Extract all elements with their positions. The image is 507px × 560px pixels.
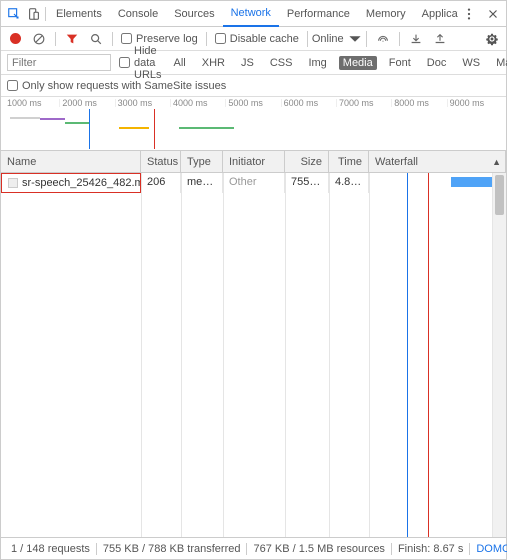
- request-name: sr-speech_25426_482.mp4: [22, 177, 141, 189]
- network-conditions-icon[interactable]: [375, 31, 391, 47]
- col-time[interactable]: Time: [329, 151, 369, 172]
- close-devtools-icon[interactable]: [484, 5, 502, 23]
- tab-application[interactable]: Application: [414, 2, 458, 26]
- chevron-down-icon: [348, 32, 362, 46]
- type-xhr[interactable]: XHR: [198, 56, 229, 70]
- requests-table-header: Name Status Type Initiator Size Time Wat…: [1, 151, 506, 173]
- throttling-label: Online: [312, 33, 344, 45]
- filter-bar: Hide data URLs All XHR JS CSS Img Media …: [1, 51, 506, 75]
- timeline-ticks: 1000 ms 2000 ms 3000 ms 4000 ms 5000 ms …: [1, 99, 506, 107]
- cell-size: 755 KB: [285, 173, 329, 193]
- clear-button[interactable]: [31, 31, 47, 47]
- cell-name[interactable]: sr-speech_25426_482.mp4: [1, 173, 141, 193]
- record-button[interactable]: [7, 31, 23, 47]
- status-resources: 767 KB / 1.5 MB resources: [247, 543, 391, 555]
- status-domcontentloaded: DOMContentLoaded: 2.05 s: [470, 543, 507, 555]
- disable-cache-checkbox[interactable]: Disable cache: [215, 33, 299, 45]
- col-type[interactable]: Type: [181, 151, 223, 172]
- type-doc[interactable]: Doc: [423, 56, 451, 70]
- col-size[interactable]: Size: [285, 151, 329, 172]
- import-har-icon[interactable]: [408, 31, 424, 47]
- cell-status: 206: [141, 173, 181, 193]
- domcontentloaded-line: [89, 109, 90, 149]
- status-bar: 1 / 148 requests 755 KB / 788 KB transfe…: [1, 537, 506, 559]
- search-icon[interactable]: [88, 31, 104, 47]
- export-har-icon[interactable]: [432, 31, 448, 47]
- panel-tabs: Elements Console Sources Network Perform…: [48, 1, 458, 27]
- tab-console[interactable]: Console: [110, 2, 166, 26]
- samesite-checkbox[interactable]: Only show requests with SameSite issues: [7, 80, 226, 92]
- type-all[interactable]: All: [170, 56, 190, 70]
- preserve-log-label: Preserve log: [136, 33, 198, 45]
- type-ws[interactable]: WS: [458, 56, 484, 70]
- tab-performance[interactable]: Performance: [279, 2, 358, 26]
- file-icon: [8, 178, 18, 188]
- settings-gear-icon[interactable]: [484, 31, 500, 47]
- vertical-scrollbar[interactable]: [492, 173, 506, 537]
- filter-input[interactable]: [7, 54, 111, 71]
- status-transferred: 755 KB / 788 KB transferred: [97, 543, 248, 555]
- waterfall-event-lines: [369, 173, 506, 537]
- timeline-body: [5, 109, 502, 149]
- type-font[interactable]: Font: [385, 56, 415, 70]
- cell-time: 4.88 s: [329, 173, 369, 193]
- type-js[interactable]: JS: [237, 56, 258, 70]
- col-waterfall[interactable]: Waterfall ▲: [369, 151, 506, 172]
- divider: [55, 32, 56, 46]
- requests-table-body: sr-speech_25426_482.mp4 206 media Other …: [1, 173, 506, 537]
- type-img[interactable]: Img: [304, 56, 330, 70]
- tab-sources[interactable]: Sources: [166, 2, 222, 26]
- network-toolbar: Preserve log Disable cache Online: [1, 27, 506, 51]
- kebab-menu-icon[interactable]: [460, 5, 478, 23]
- samesite-bar: Only show requests with SameSite issues: [1, 75, 506, 97]
- col-name[interactable]: Name: [1, 151, 141, 172]
- tab-network[interactable]: Network: [223, 1, 279, 27]
- overview-timeline[interactable]: 1000 ms 2000 ms 3000 ms 4000 ms 5000 ms …: [1, 97, 506, 151]
- type-css[interactable]: CSS: [266, 56, 297, 70]
- status-finish: Finish: 8.67 s: [392, 543, 470, 555]
- divider: [206, 32, 207, 46]
- inspect-icon[interactable]: [5, 5, 23, 23]
- type-media[interactable]: Media: [339, 56, 377, 70]
- filter-toggle-icon[interactable]: [64, 31, 80, 47]
- divider: [45, 7, 46, 21]
- divider: [112, 32, 113, 46]
- tab-memory[interactable]: Memory: [358, 2, 414, 26]
- tab-elements[interactable]: Elements: [48, 2, 110, 26]
- preserve-log-checkbox[interactable]: Preserve log: [121, 33, 198, 45]
- device-toolbar-icon[interactable]: [25, 5, 43, 23]
- col-status[interactable]: Status: [141, 151, 181, 172]
- status-requests: 1 / 148 requests: [5, 543, 97, 555]
- samesite-label: Only show requests with SameSite issues: [22, 80, 226, 92]
- load-line: [154, 109, 155, 149]
- disable-cache-label: Disable cache: [230, 33, 299, 45]
- cell-type: media: [181, 173, 223, 193]
- devtools-tabbar: Elements Console Sources Network Perform…: [1, 1, 506, 27]
- sort-indicator-icon: ▲: [492, 157, 501, 167]
- divider: [399, 32, 400, 46]
- throttling-select[interactable]: Online: [307, 31, 367, 47]
- type-manifest[interactable]: Manifest: [492, 56, 507, 70]
- col-initiator[interactable]: Initiator: [223, 151, 285, 172]
- cell-initiator: Other: [223, 173, 285, 193]
